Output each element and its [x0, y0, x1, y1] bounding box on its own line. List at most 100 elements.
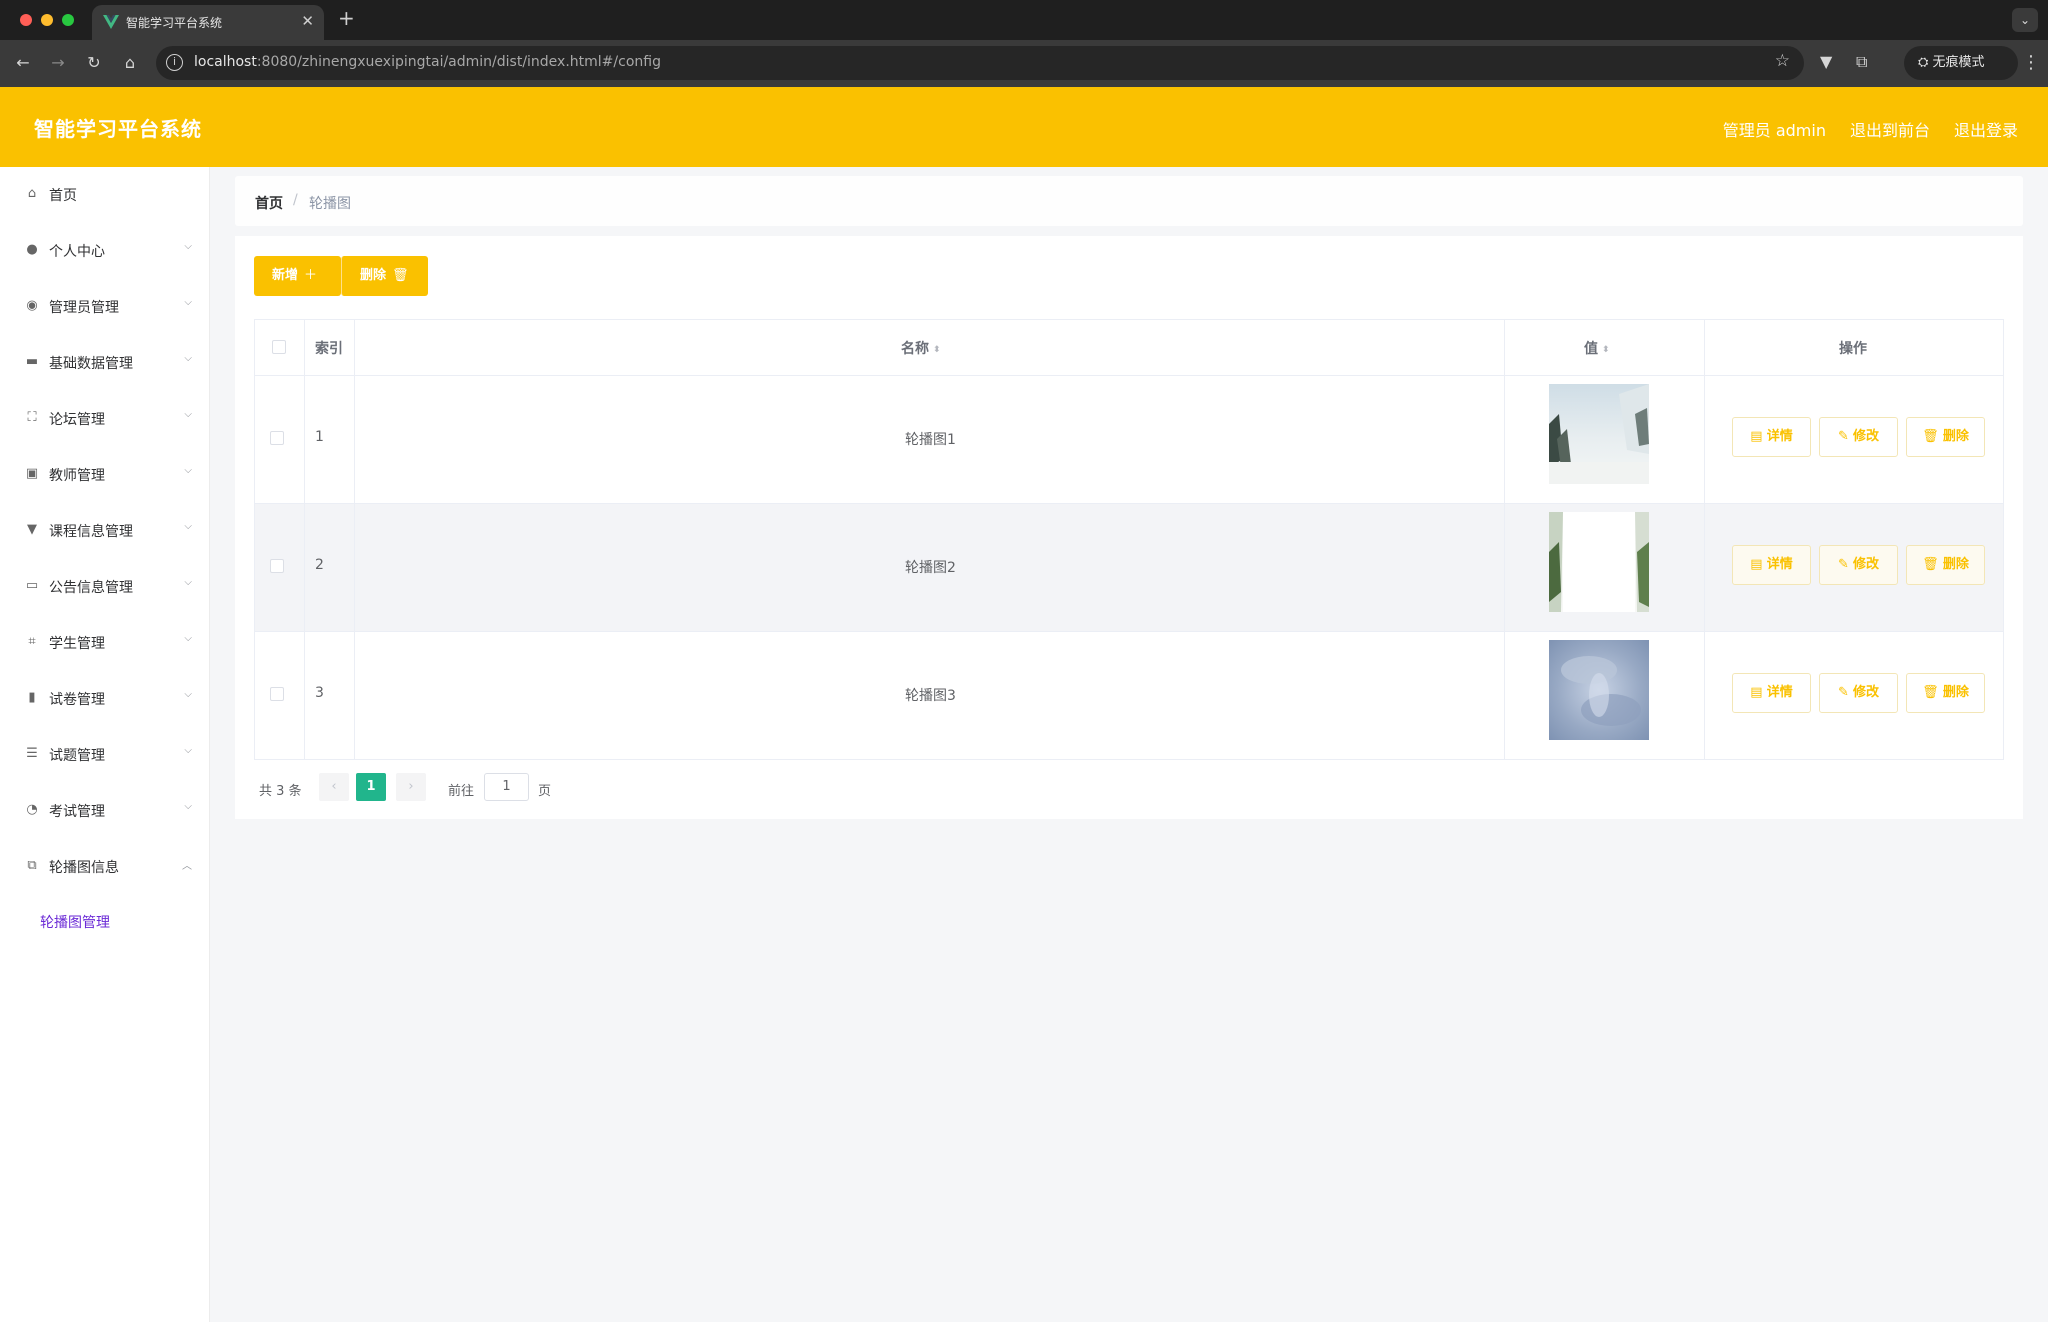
sort-icon[interactable]: ⬍: [933, 345, 941, 355]
new-tab-icon[interactable]: +: [338, 6, 355, 30]
select-all-checkbox[interactable]: [272, 340, 286, 354]
trash-icon: 🗑: [1922, 429, 1943, 444]
sidebar-item-carousel[interactable]: ⧉ 轮播图信息 ︿: [0, 839, 210, 895]
data-table: 索引 名称 ⬍ 值 ⬍ 操作 1 轮播图1 ▤ 详情 ✎ 修改 🗑 删除 2 轮播图…: [254, 319, 2004, 760]
row-checkbox[interactable]: [270, 431, 284, 445]
chevron-down-icon: ⌵: [184, 297, 192, 308]
extension-icon[interactable]: ⧉: [1856, 52, 1867, 72]
exam-icon: ◔: [26, 802, 38, 817]
reload-icon[interactable]: ↻: [83, 52, 105, 74]
star-icon[interactable]: ☆: [1775, 51, 1790, 71]
chevron-down-icon: ⌵: [184, 633, 192, 644]
admin-user-link[interactable]: 管理员 admin: [1723, 117, 1826, 141]
next-page-button[interactable]: ›: [396, 773, 426, 801]
edit-button[interactable]: ✎ 修改: [1819, 673, 1898, 713]
url-text: localhost:8080/zhinengxuexipingtai/admin…: [194, 54, 661, 70]
home-icon: ⌂: [27, 186, 37, 201]
detail-button[interactable]: ▤ 详情: [1732, 417, 1811, 457]
row-name: 轮播图3: [905, 688, 956, 704]
sidebar-item-students[interactable]: ⌗ 学生管理 ⌵: [0, 615, 210, 671]
sidebar-item-teachers[interactable]: ▣ 教师管理 ⌵: [0, 447, 210, 503]
sidebar-item-home[interactable]: ⌂ 首页: [0, 167, 210, 223]
back-icon[interactable]: ←: [12, 52, 34, 74]
user-icon: ●: [26, 242, 38, 257]
menu-icon[interactable]: ⋮: [2022, 52, 2040, 73]
add-button[interactable]: 新增＋: [254, 256, 341, 296]
carousel-thumbnail-2: [1549, 512, 1649, 612]
edit-button[interactable]: ✎ 修改: [1819, 545, 1898, 585]
maximize-window-button[interactable]: [62, 14, 74, 26]
sidebar-item-questions[interactable]: ☰ 试题管理 ⌵: [0, 727, 210, 783]
sidebar-item-label: 课程信息管理: [49, 524, 133, 540]
close-icon[interactable]: ✕: [301, 12, 314, 30]
sidebar-item-label: 学生管理: [49, 636, 105, 652]
sidebar-item-profile[interactable]: ● 个人中心 ⌵: [0, 223, 210, 279]
row-checkbox[interactable]: [270, 687, 284, 701]
sidebar-item-label: 教师管理: [49, 468, 105, 484]
sidebar-item-label: 考试管理: [49, 804, 105, 820]
column-header-actions: 操作: [1839, 341, 1867, 357]
sidebar-item-forum[interactable]: ⛶ 论坛管理 ⌵: [0, 391, 210, 447]
home-icon[interactable]: ⌂: [119, 52, 141, 74]
carousel-thumbnail-1: [1549, 384, 1649, 484]
pagination-total: 共 3 条: [259, 784, 302, 799]
detail-button[interactable]: ▤ 详情: [1732, 545, 1811, 585]
sort-icon[interactable]: ⬍: [1602, 345, 1610, 355]
browser-tab-bar: 智能学习平台系统 ✕ + ⌄: [0, 0, 2048, 40]
detail-icon: ▤: [1750, 429, 1767, 444]
info-icon[interactable]: i: [166, 54, 183, 71]
logout-link[interactable]: 退出登录: [1954, 117, 2018, 141]
sidebar-item-label: 个人中心: [49, 244, 105, 260]
edit-icon: ✎: [1837, 429, 1853, 444]
forward-icon[interactable]: →: [47, 52, 69, 74]
chevron-down-icon: ⌵: [184, 689, 192, 700]
detail-button[interactable]: ▤ 详情: [1732, 673, 1811, 713]
sidebar-item-admins[interactable]: ◉ 管理员管理 ⌵: [0, 279, 210, 335]
to-front-link[interactable]: 退出到前台: [1850, 117, 1930, 141]
course-icon: ▼: [27, 522, 37, 537]
address-bar-row: ← → ↻ ⌂ i localhost:8080/zhinengxuexipin…: [0, 40, 2048, 87]
goto-page-input[interactable]: 1: [484, 773, 529, 801]
sidebar-item-papers[interactable]: ▮ 试卷管理 ⌵: [0, 671, 210, 727]
chevron-down-icon: ⌵: [184, 577, 192, 588]
tab-title: 智能学习平台系统: [126, 16, 223, 30]
chevron-up-icon: ︿: [182, 861, 192, 872]
page-unit-label: 页: [538, 784, 552, 799]
url-input[interactable]: i localhost:8080/zhinengxuexipingtai/adm…: [156, 46, 1804, 80]
delete-button[interactable]: 🗑 删除: [1906, 673, 1985, 713]
paper-icon: ▮: [28, 690, 36, 705]
delete-button[interactable]: 🗑 删除: [1906, 417, 1985, 457]
incognito-badge[interactable]: ⛭ 无痕模式: [1904, 46, 2018, 80]
column-header-index: 索引: [315, 341, 343, 357]
sidebar-item-base-data[interactable]: ▬ 基础数据管理 ⌵: [0, 335, 210, 391]
admin-icon: ◉: [26, 298, 38, 313]
chevron-down-icon: ⌵: [184, 465, 192, 476]
chevron-down-icon: ⌵: [184, 801, 192, 812]
close-window-button[interactable]: [20, 14, 32, 26]
chevron-down-icon: ⌵: [184, 409, 192, 420]
question-icon: ☰: [26, 746, 38, 761]
row-checkbox[interactable]: [270, 559, 284, 573]
sidebar-subitem-carousel-manage[interactable]: 轮播图管理: [40, 912, 110, 932]
column-header-name[interactable]: 名称 ⬍: [901, 338, 941, 358]
delete-button[interactable]: 🗑 删除: [1906, 545, 1985, 585]
sidebar-item-notices[interactable]: ▭ 公告信息管理 ⌵: [0, 559, 210, 615]
sidebar-item-exams[interactable]: ◔ 考试管理 ⌵: [0, 783, 210, 839]
minimize-window-button[interactable]: [41, 14, 53, 26]
page-number-current[interactable]: 1: [356, 773, 386, 801]
batch-delete-button[interactable]: 删除 🗑: [341, 256, 428, 296]
prev-page-button[interactable]: ‹: [319, 773, 349, 801]
vue-devtools-icon[interactable]: ▼: [1820, 52, 1832, 71]
chevron-down-icon: ⌵: [184, 353, 192, 364]
browser-tab[interactable]: 智能学习平台系统 ✕: [92, 5, 324, 40]
sidebar-item-courses[interactable]: ▼ 课程信息管理 ⌵: [0, 503, 210, 559]
tab-search-icon[interactable]: ⌄: [2012, 8, 2038, 32]
row-index: 2: [315, 557, 324, 573]
sidebar-item-label: 论坛管理: [49, 412, 105, 428]
edit-button[interactable]: ✎ 修改: [1819, 417, 1898, 457]
chevron-down-icon: ⌵: [184, 745, 192, 756]
breadcrumb-home[interactable]: 首页: [255, 193, 283, 213]
column-header-value[interactable]: 值 ⬍: [1584, 338, 1610, 358]
sidebar-item-label: 基础数据管理: [49, 356, 133, 372]
breadcrumb: 首页 / 轮播图: [235, 176, 2023, 226]
